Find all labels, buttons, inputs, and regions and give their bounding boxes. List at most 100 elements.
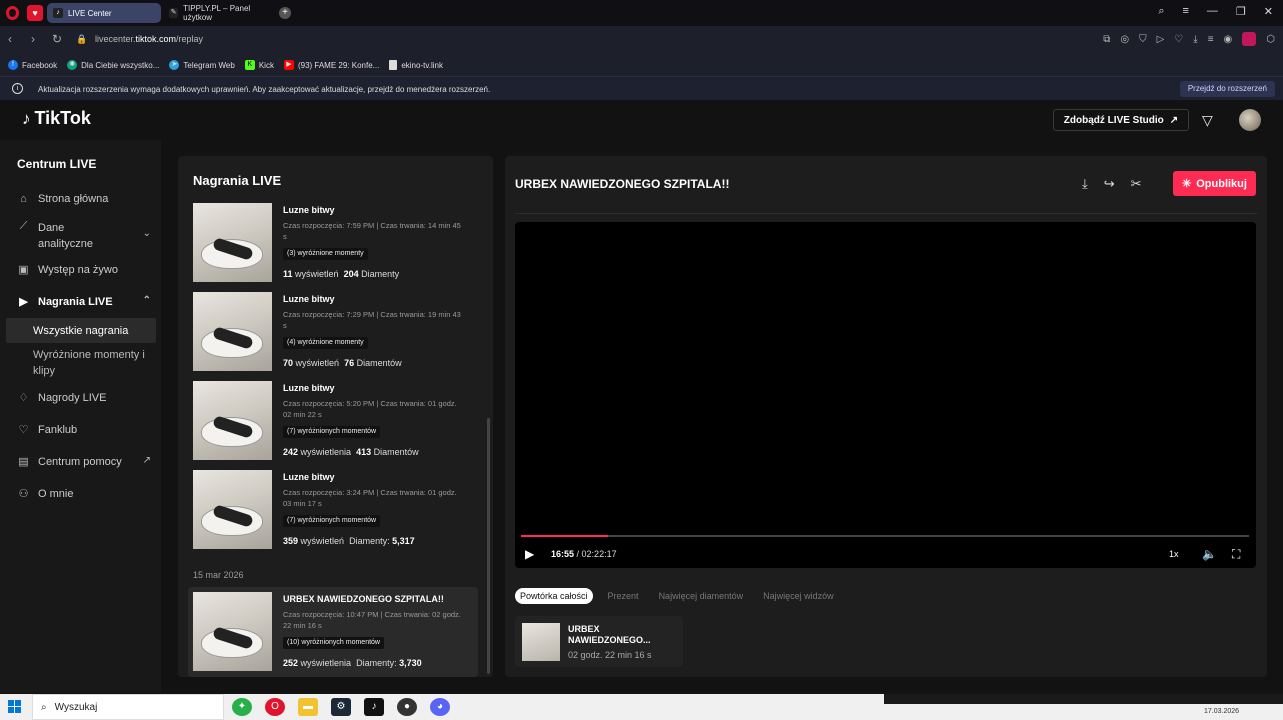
recording-thumbnail (193, 592, 272, 671)
download-icon[interactable]: ⤓ (1193, 34, 1197, 45)
speed-button[interactable]: 1x (1169, 549, 1179, 559)
new-tab-button[interactable]: + (279, 7, 291, 19)
menu-icon[interactable]: ≡ (1208, 34, 1214, 45)
progress-bar[interactable] (521, 535, 1249, 537)
window-controls: ⌕ ≡ — ❐ ✕ (1158, 5, 1273, 18)
fullscreen-icon[interactable]: ⛶ (1232, 547, 1240, 562)
camera-icon[interactable]: ◎ (1120, 34, 1129, 45)
chip-most-diamonds[interactable]: Najwięcej diamentów (654, 588, 749, 604)
sidebar-item-recordings[interactable]: ▶ Nagrania LIVE ⌃ (17, 295, 157, 308)
list-item[interactable]: Luzne bitwy Czas rozpoczęcia: 7:59 PM | … (193, 203, 473, 283)
forward-icon[interactable]: › (31, 32, 35, 46)
profile-icon: ⚇ (18, 488, 29, 500)
publish-button[interactable]: ✳ Opublikuj (1173, 171, 1256, 196)
back-icon[interactable]: ‹ (8, 32, 12, 46)
sidebar-item-label: Występ na żywo (38, 263, 118, 276)
download-icon[interactable]: ⤓ (1082, 176, 1088, 192)
sidebar-item-live[interactable]: ▣ Występ na żywo (17, 263, 157, 277)
taskbar-search[interactable]: ⌕ Wyszukaj (32, 694, 224, 720)
app-green-icon[interactable]: ✦ (232, 698, 252, 716)
sidebar-item-fanclub[interactable]: ♡ Fanklub (17, 423, 157, 437)
filter-icon[interactable]: ▽ (1202, 112, 1213, 129)
steam-icon[interactable]: ⚙ (331, 698, 351, 716)
recording-name: URBEX NAWIEDZONEGO SZPITALA!! (283, 594, 444, 604)
list-item-selected[interactable]: URBEX NAWIEDZONEGO SZPITALA!! Czas rozpo… (188, 587, 478, 677)
list-item[interactable]: Luzne bitwy Czas rozpoczęcia: 3:24 PM | … (193, 470, 473, 550)
highlights-badge[interactable]: (7) wyróżnionych momentów (283, 426, 381, 438)
scrollbar[interactable] (487, 418, 490, 674)
url-field[interactable]: livecenter.tiktok.com/replay (95, 34, 203, 44)
bookmark-facebook[interactable]: f Facebook (8, 60, 57, 70)
recording-stats: 252 wyświetlenia Diamenty: 3,730 (283, 658, 422, 668)
tiktok-icon[interactable]: ♪ (364, 698, 384, 716)
go-to-extensions-button[interactable]: Przejdź do rozszerzeń (1179, 81, 1275, 97)
search-icon: ⌕ (41, 701, 47, 713)
chip-most-viewers[interactable]: Najwięcej widzów (758, 588, 839, 604)
opera-logo-icon[interactable] (6, 6, 19, 20)
sidebar-item-rewards[interactable]: ♢ Nagrody LIVE (17, 391, 157, 405)
sidebar-item-about[interactable]: ⚇ O mnie (17, 487, 157, 501)
tab-tipply[interactable]: ✎ TIPPLY.PL – Panel użytkow (163, 3, 273, 23)
chip-gift[interactable]: Prezent (603, 588, 644, 604)
close-icon[interactable]: ✕ (1264, 5, 1273, 18)
recording-name: Luzne bitwy (283, 294, 335, 304)
tab-live-center[interactable]: ♪ LIVE Center (47, 3, 161, 23)
recording-stats: 70 wyświetleń 76 Diamentów (283, 358, 402, 368)
bookmark-chatgpt[interactable]: ✺ Dla Ciebie wszystko... (67, 60, 159, 70)
sidebar-subitem-highlights[interactable]: Wyróżnione momenty i klipy (33, 347, 158, 379)
views-label: wyświetlenia (300, 658, 352, 668)
current-time: 16:55 (551, 549, 575, 559)
tab-menu-icon[interactable]: ≡ (1182, 5, 1188, 18)
windows-start-icon[interactable] (8, 700, 21, 713)
player-icon[interactable]: ▷ (1157, 34, 1165, 45)
settings-icon[interactable]: ⬡ (1266, 34, 1275, 45)
chip-full-replay[interactable]: Powtórka całości (515, 588, 593, 604)
sidebar-item-analytics[interactable]: ⟋ Dane analityczne ⌄ (17, 220, 157, 252)
share-icon[interactable]: ↪ (1104, 176, 1115, 192)
list-item[interactable]: Luzne bitwy Czas rozpoczęcia: 5:20 PM | … (193, 381, 473, 461)
folder-icon[interactable]: ▬ (298, 698, 318, 716)
bookmark-ekino[interactable]: ekino-tv.link (389, 60, 443, 70)
search-tabs-icon[interactable]: ⌕ (1158, 5, 1164, 18)
volume-icon[interactable]: 🔈 (1202, 547, 1217, 561)
bookmark-kick[interactable]: K Kick (244, 60, 274, 70)
sidebar-item-home[interactable]: ⌂ Strona główna (17, 193, 157, 205)
opera-icon[interactable]: O (265, 698, 285, 716)
app-dark-icon[interactable]: ● (397, 698, 417, 716)
url-prefix: livecenter. (95, 34, 136, 44)
reload-icon[interactable]: ↻ (52, 32, 62, 46)
play-icon[interactable]: ▶ (525, 547, 534, 561)
scissors-icon[interactable]: ✂ (1131, 176, 1142, 192)
kick-icon: K (244, 60, 255, 70)
list-item[interactable]: Luzne bitwy Czas rozpoczęcia: 7:29 PM | … (193, 292, 473, 372)
sidebar-subitem-all-recordings[interactable]: Wszystkie nagrania (33, 323, 158, 339)
views-count: 359 (283, 536, 299, 546)
profile-icon[interactable]: ◉ (1224, 34, 1233, 45)
diamonds-label: Diamenty (361, 269, 400, 279)
shield-icon[interactable]: ⛉ (1139, 34, 1147, 45)
bookmark-telegram[interactable]: ➤ Telegram Web (169, 60, 235, 70)
bookmark-youtube[interactable]: ▶ (93) FAME 29: Konfe... (283, 60, 379, 70)
pinned-tab-icon[interactable]: ♥ (27, 5, 43, 21)
get-live-studio-button[interactable]: Zdobądź LIVE Studio ↗ (1053, 109, 1189, 131)
views-count: 11 (283, 269, 293, 279)
bookmark-label: Dla Ciebie wszystko... (81, 60, 160, 70)
discord-icon[interactable]: ◕ (430, 698, 450, 716)
maximize-icon[interactable]: ❐ (1236, 5, 1246, 18)
tiktok-logo[interactable]: ♪ TikTok (22, 108, 91, 129)
clip-card[interactable]: URBEX NAWIEDZONEGO... 02 godz. 22 min 16… (515, 616, 683, 667)
highlights-badge[interactable]: (3) wyróżnione momenty (283, 248, 368, 260)
video-player[interactable]: ▶ 16:55 / 02:22:17 1x 🔈 ⛶ (515, 222, 1256, 568)
diamonds-label: Diamentów (373, 447, 419, 457)
external-link-icon: ↗ (1169, 114, 1179, 126)
highlights-badge[interactable]: (7) wyróżnionych momentów (283, 515, 381, 527)
tab-label: TIPPLY.PL – Panel użytkow (183, 4, 251, 22)
heart-icon[interactable]: ♡ (1174, 34, 1183, 45)
snapshot-icon[interactable]: ⧉ (1103, 34, 1110, 45)
highlights-badge[interactable]: (4) wyróżnione momenty (283, 337, 368, 349)
highlights-badge[interactable]: (10) wyróżnionych momentów (283, 637, 384, 649)
avatar[interactable] (1239, 109, 1261, 131)
minimize-icon[interactable]: — (1207, 5, 1218, 18)
sidebar-item-help[interactable]: ▤ Centrum pomocy ↗ (17, 455, 157, 468)
extension-red-icon[interactable] (1242, 32, 1257, 46)
